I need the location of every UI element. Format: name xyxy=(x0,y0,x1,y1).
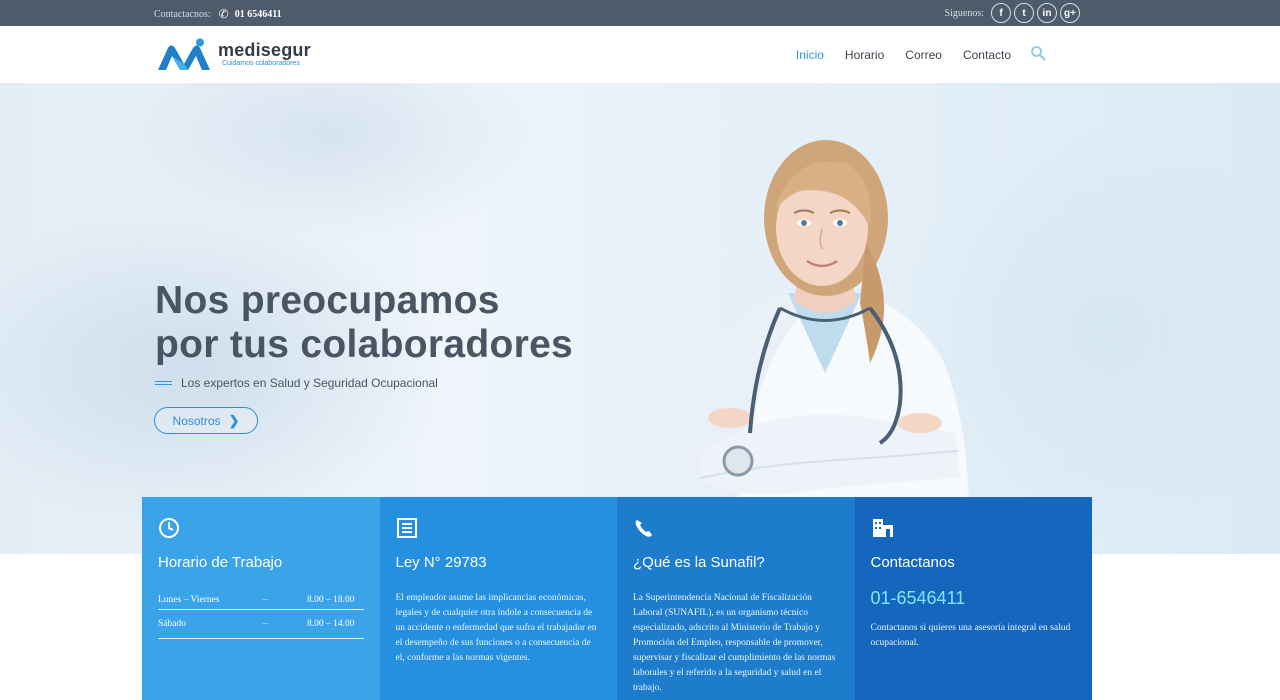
top-phone-number[interactable]: 01 6546411 xyxy=(235,9,282,20)
schedule-table: Lunes – Viernes – 8.00 – 18.00 Sábado – … xyxy=(158,581,364,639)
search-icon[interactable] xyxy=(1030,45,1046,61)
document-icon xyxy=(396,518,417,538)
contacto-box: Contactanos 01-6546411 Contactanos si qu… xyxy=(854,497,1092,700)
ley-box: Ley N° 29783 El empleador asume las impl… xyxy=(379,497,617,700)
main-nav: Inicio Horario Correo Contacto xyxy=(775,45,1046,63)
schedule-day: Lunes – Viernes xyxy=(158,595,220,605)
hero-subtitle-text: Los expertos en Salud y Seguridad Ocupac… xyxy=(181,376,438,390)
top-bar: Contactacnos: ✆ 01 6546411 Siguenos: f t… xyxy=(0,0,1280,26)
phone-icon xyxy=(635,520,652,537)
top-contact: Contactacnos: ✆ 01 6546411 xyxy=(154,7,282,22)
phone-icon: ✆ xyxy=(218,7,229,21)
schedule-hours: 8.00 – 18.00 xyxy=(307,595,355,605)
site-header: medisegur Cuidamos colaboradores Inicio … xyxy=(0,26,1280,83)
hero-banner: Nos preocupamos por tus colaboradores Lo… xyxy=(0,83,1280,554)
contacto-text: Contactanos si quieres una asesoría inte… xyxy=(870,623,1071,648)
dash-icon xyxy=(155,381,172,385)
schedule-hours: 8.00 – 14.00 xyxy=(307,619,355,629)
logo[interactable]: medisegur Cuidamos colaboradores xyxy=(156,38,311,72)
doctor-image xyxy=(679,140,969,554)
follow-label: Siguenos: xyxy=(944,7,984,19)
schedule-row: Lunes – Viernes – 8.00 – 18.00 xyxy=(158,581,364,610)
chevron-right-icon: ❯ xyxy=(228,412,240,428)
ley-title: Ley N° 29783 xyxy=(395,554,487,571)
nosotros-button[interactable]: Nosotros ❯ xyxy=(154,407,258,434)
schedule-sep: – xyxy=(263,619,268,629)
social-links: Siguenos: f t in g+ xyxy=(945,3,1080,23)
hero-subtitle: Los expertos en Salud y Seguridad Ocupac… xyxy=(155,376,438,390)
clock-icon xyxy=(159,518,179,538)
nav-horario[interactable]: Horario xyxy=(845,48,884,62)
sunafil-title: ¿Qué es la Sunafil? xyxy=(633,554,765,571)
brand-name: medisegur xyxy=(218,40,311,60)
sunafil-text: La Superintendencia Nacional de Fiscaliz… xyxy=(633,593,836,693)
building-icon xyxy=(872,519,893,537)
hero-title-line2: por tus colaboradores xyxy=(155,323,574,366)
feature-boxes: Horario de Trabajo Lunes – Viernes – 8.0… xyxy=(142,497,1092,700)
horario-box: Horario de Trabajo Lunes – Viernes – 8.0… xyxy=(142,497,380,700)
hero-title: Nos preocupamos por tus colaboradores xyxy=(155,279,573,367)
contacto-title: Contactanos xyxy=(870,554,955,571)
twitter-icon[interactable]: t xyxy=(1014,3,1034,23)
googleplus-icon[interactable]: g+ xyxy=(1060,3,1080,23)
sunafil-box: ¿Qué es la Sunafil? La Superintendencia … xyxy=(617,497,855,700)
hero-title-line1: Nos preocupamos xyxy=(155,279,500,322)
nav-correo[interactable]: Correo xyxy=(905,48,942,62)
schedule-sep: – xyxy=(263,595,268,605)
horario-title: Horario de Trabajo xyxy=(158,554,283,571)
schedule-row: Sábado – 8.00 – 14.00 xyxy=(158,610,364,639)
nosotros-button-label: Nosotros xyxy=(172,413,221,428)
nav-contacto[interactable]: Contacto xyxy=(963,48,1011,62)
contacto-phone[interactable]: 01-6546411 xyxy=(871,588,1077,609)
schedule-day: Sábado xyxy=(158,619,186,629)
linkedin-icon[interactable]: in xyxy=(1037,3,1057,23)
medisegur-logo-icon xyxy=(158,38,210,70)
brand-tagline: Cuidamos colaboradores xyxy=(222,60,300,67)
facebook-icon[interactable]: f xyxy=(991,3,1011,23)
nav-inicio[interactable]: Inicio xyxy=(796,48,824,62)
contact-label: Contactacnos: xyxy=(154,9,211,20)
ley-text: El empleador asume las implicancias econ… xyxy=(395,593,597,663)
